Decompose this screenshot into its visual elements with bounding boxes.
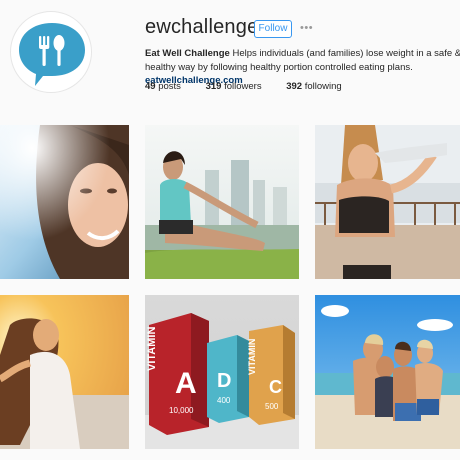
following-count: 392	[286, 81, 303, 92]
vitamin-d-box-dose: 400	[217, 396, 231, 405]
family-on-beach-photo	[315, 295, 460, 449]
profile-display-name: Eat Well Challenge	[145, 48, 230, 59]
vitamin-boxes-photo: VITAMIN A 10,000 D 400 VITAMIN C 500	[145, 295, 299, 449]
vitamin-a-box: VITAMIN A 10,000	[146, 313, 209, 435]
post-tile-3[interactable]	[315, 125, 460, 279]
posts-label: posts	[158, 81, 181, 92]
profile-stats: 49 posts 319 followers 392 following	[145, 81, 364, 92]
vitamin-c-box-title: VITAMIN	[247, 339, 257, 375]
post-tile-2[interactable]	[145, 125, 299, 279]
profile-username: ewchallenge	[145, 16, 259, 38]
vitamin-c-box-letter: C	[269, 377, 282, 397]
post-tile-4[interactable]	[0, 295, 129, 449]
vitamin-d-box: D 400	[207, 335, 249, 423]
following-count-stat[interactable]: 392 following	[286, 81, 341, 92]
follow-button[interactable]: Follow	[254, 20, 292, 38]
vitamin-a-box-letter: A	[175, 367, 197, 400]
vitamin-d-box-letter: D	[217, 370, 231, 392]
followers-count-stat[interactable]: 319 followers	[206, 81, 262, 92]
more-options-icon[interactable]: •••	[300, 20, 314, 38]
following-label: following	[304, 81, 342, 92]
woman-with-towel-photo	[315, 125, 460, 279]
vitamin-a-box-title: VITAMIN	[146, 327, 158, 371]
vitamin-a-box-dose: 10,000	[169, 406, 194, 415]
woman-in-sunlight-photo	[0, 295, 129, 449]
profile-avatar[interactable]	[10, 11, 92, 93]
fork-spoon-speech-bubble-icon	[19, 23, 85, 86]
smiling-woman-portrait-photo	[0, 125, 129, 279]
vitamin-c-box: VITAMIN C 500	[247, 325, 295, 425]
post-tile-5[interactable]: VITAMIN A 10,000 D 400 VITAMIN C 500	[145, 295, 299, 449]
post-tile-1[interactable]	[0, 125, 129, 279]
posts-count: 49	[145, 81, 156, 92]
woman-stretching-on-grass-photo	[145, 125, 299, 279]
post-tile-6[interactable]	[315, 295, 460, 449]
followers-label: followers	[224, 81, 262, 92]
followers-count: 319	[205, 81, 222, 92]
vitamin-c-box-dose: 500	[265, 402, 279, 411]
posts-count-stat: 49 posts	[145, 81, 181, 92]
